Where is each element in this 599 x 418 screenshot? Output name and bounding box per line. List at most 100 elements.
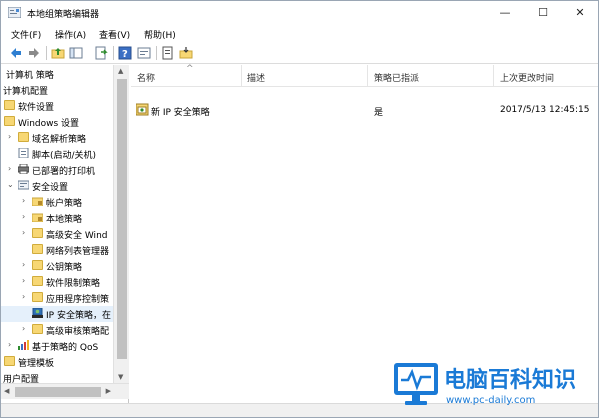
tree-item-app-control[interactable]: › 应用程序控制策 bbox=[1, 290, 113, 306]
column-divider[interactable] bbox=[367, 65, 368, 87]
help-icon[interactable]: ? bbox=[118, 46, 132, 60]
site-watermark: 电脑百科知识 www.pc-daily.com bbox=[386, 357, 598, 417]
folder-icon bbox=[32, 292, 43, 302]
export-list-icon[interactable] bbox=[94, 46, 108, 60]
scroll-up-arrow-icon[interactable]: ▲ bbox=[118, 67, 123, 75]
svg-text:?: ? bbox=[122, 49, 128, 60]
folder-icon bbox=[4, 100, 15, 110]
minimize-button[interactable]: — bbox=[489, 1, 521, 23]
group-policy-editor-window: 本地组策略编辑器 — ☐ ✕ 文件(F) 操作(A) 查看(V) 帮助(H) ?… bbox=[0, 0, 599, 418]
expand-chevron-icon[interactable]: › bbox=[8, 164, 11, 173]
folder-icon bbox=[32, 324, 43, 334]
expand-chevron-icon[interactable]: › bbox=[22, 228, 25, 237]
toolbar-separator bbox=[113, 46, 114, 60]
expand-chevron-icon[interactable]: › bbox=[8, 132, 11, 141]
tree-item-ip-security-policies[interactable]: IP 安全策略，在 bbox=[1, 306, 113, 322]
watermark-site-url: www.pc-daily.com bbox=[446, 395, 536, 406]
menu-file[interactable]: 文件(F) bbox=[11, 28, 41, 41]
row-modified: 2017/5/13 12:45:15 bbox=[500, 105, 590, 115]
folder-icon bbox=[32, 244, 43, 254]
column-divider[interactable] bbox=[493, 65, 494, 87]
policy-export-icon[interactable] bbox=[161, 46, 175, 60]
column-divider[interactable] bbox=[241, 65, 242, 87]
back-arrow-icon[interactable] bbox=[9, 46, 23, 60]
forward-arrow-icon[interactable] bbox=[27, 46, 41, 60]
toolbar-separator bbox=[46, 46, 47, 60]
script-icon bbox=[18, 148, 29, 158]
security-settings-icon bbox=[18, 180, 29, 190]
tree-item-security-settings[interactable]: ⌄ 安全设置 bbox=[1, 178, 113, 194]
tree-item-scripts[interactable]: 脚本(启动/关机) bbox=[1, 146, 113, 162]
printer-icon bbox=[18, 164, 29, 174]
row-assigned: 是 bbox=[374, 108, 384, 118]
expand-chevron-icon[interactable]: › bbox=[22, 292, 25, 301]
title-bar[interactable]: 本地组策略编辑器 — ☐ ✕ bbox=[1, 1, 598, 25]
scroll-down-arrow-icon[interactable]: ▼ bbox=[118, 373, 123, 381]
list-header: ^ 名称 描述 策略已指派 上次更改时间 bbox=[131, 64, 598, 87]
tree-horizontal-scrollbar[interactable]: ◀ ▶ bbox=[1, 383, 129, 399]
tree-pane[interactable]: 计算机 策略 计算机配置 软件设置 Windows 设置 › 域名解析策略 脚本… bbox=[1, 65, 129, 403]
tree-item-policy-based-qos[interactable]: › 基于策略的 QoS bbox=[1, 338, 113, 354]
tree-item-public-key-policies[interactable]: › 公钥策略 bbox=[1, 258, 113, 274]
maximize-button[interactable]: ☐ bbox=[527, 1, 559, 23]
column-header-modified[interactable]: 上次更改时间 bbox=[500, 71, 554, 84]
policy-import-icon[interactable] bbox=[179, 46, 193, 60]
tree-item-software-restriction[interactable]: › 软件限制策略 bbox=[1, 274, 113, 290]
folder-up-icon[interactable] bbox=[51, 46, 65, 60]
folder-icon bbox=[32, 228, 43, 238]
folder-icon bbox=[4, 356, 15, 366]
tree-item-advanced-audit[interactable]: › 高级审核策略配 bbox=[1, 322, 113, 338]
tree-item-local-policies[interactable]: › 本地策略 bbox=[1, 210, 113, 226]
properties-icon[interactable] bbox=[137, 46, 151, 60]
tree-item-computer-policy[interactable]: 计算机 策略 bbox=[1, 66, 113, 82]
sort-ascending-icon: ^ bbox=[186, 64, 194, 74]
column-header-assigned[interactable]: 策略已指派 bbox=[374, 71, 419, 84]
expand-chevron-icon[interactable]: › bbox=[22, 196, 25, 205]
scroll-right-arrow-icon[interactable]: ▶ bbox=[106, 387, 111, 395]
menu-view[interactable]: 查看(V) bbox=[99, 28, 130, 41]
ip-policy-item-icon bbox=[136, 103, 149, 116]
ip-security-policy-icon bbox=[32, 308, 43, 318]
list-row[interactable]: 新 IP 安全策略 是 2017/5/13 12:45:15 bbox=[131, 102, 598, 120]
tree-item-windows-settings[interactable]: Windows 设置 bbox=[1, 114, 113, 130]
watermark-monitor-logo-icon bbox=[394, 363, 438, 405]
menu-bar: 文件(F) 操作(A) 查看(V) 帮助(H) bbox=[1, 25, 598, 42]
scroll-thumb[interactable] bbox=[15, 387, 101, 397]
expand-chevron-icon[interactable]: › bbox=[22, 212, 25, 221]
folder-icon bbox=[18, 132, 29, 142]
tree-item-computer-config[interactable]: 计算机配置 bbox=[1, 82, 113, 98]
row-name: 新 IP 安全策略 bbox=[151, 108, 210, 118]
tree-item-name-resolution-policy[interactable]: › 域名解析策略 bbox=[1, 130, 113, 146]
toolbar: ? bbox=[1, 42, 598, 64]
close-button[interactable]: ✕ bbox=[564, 1, 596, 23]
tree-item-advanced-security[interactable]: › 高级安全 Wind bbox=[1, 226, 113, 242]
expand-chevron-icon[interactable]: › bbox=[8, 340, 11, 349]
bar-chart-icon bbox=[18, 340, 29, 350]
expand-chevron-icon[interactable]: › bbox=[22, 324, 25, 333]
toolbar-separator bbox=[156, 46, 157, 60]
folder-icon bbox=[32, 276, 43, 286]
tree-item-deployed-printers[interactable]: › 已部署的打印机 bbox=[1, 162, 113, 178]
tree-vertical-scrollbar[interactable]: ▲ ▼ bbox=[113, 65, 129, 383]
details-list-pane[interactable]: ^ 名称 描述 策略已指派 上次更改时间 新 IP 安全策略 是 2017/5/… bbox=[131, 64, 598, 403]
collapse-chevron-icon[interactable]: ⌄ bbox=[7, 180, 14, 189]
show-tree-icon[interactable] bbox=[69, 46, 83, 60]
tree-item-admin-templates[interactable]: 管理模板 bbox=[1, 354, 113, 370]
expand-chevron-icon[interactable]: › bbox=[22, 276, 25, 285]
tree-item-network-list-manager[interactable]: 网络列表管理器 bbox=[1, 242, 113, 258]
scroll-left-arrow-icon[interactable]: ◀ bbox=[4, 387, 9, 395]
policy-editor-app-icon bbox=[8, 7, 21, 18]
tree-item-software-settings[interactable]: 软件设置 bbox=[1, 98, 113, 114]
folder-icon bbox=[4, 116, 15, 126]
column-header-name[interactable]: 名称 bbox=[137, 71, 155, 84]
folder-icon bbox=[32, 260, 43, 270]
menu-action[interactable]: 操作(A) bbox=[55, 28, 86, 41]
tree-item-account-policies[interactable]: › 帐户策略 bbox=[1, 194, 113, 210]
expand-chevron-icon[interactable]: › bbox=[22, 260, 25, 269]
locked-folder-icon bbox=[32, 197, 43, 206]
watermark-site-name: 电脑百科知识 bbox=[444, 368, 577, 393]
scroll-thumb[interactable] bbox=[117, 79, 127, 359]
column-header-description[interactable]: 描述 bbox=[247, 71, 265, 84]
menu-help[interactable]: 帮助(H) bbox=[144, 28, 176, 41]
locked-folder-icon bbox=[32, 213, 43, 222]
